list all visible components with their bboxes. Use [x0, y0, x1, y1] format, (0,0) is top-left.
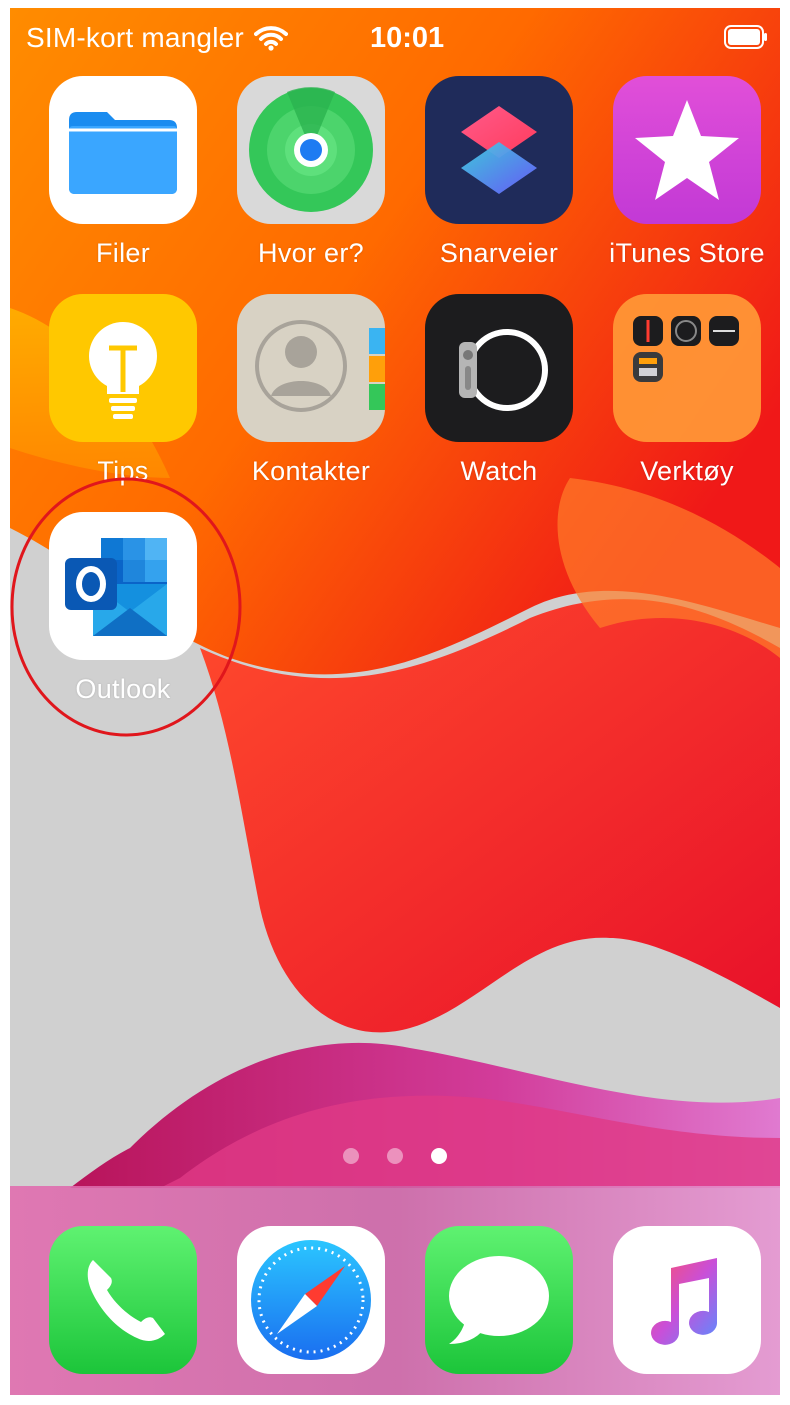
- page-indicator[interactable]: [10, 1148, 780, 1169]
- app-itunes-store[interactable]: iTunes Store: [596, 76, 778, 269]
- find-my-radar-icon: [237, 76, 385, 224]
- phone-icon: [49, 1226, 197, 1374]
- app-label: Watch: [460, 456, 538, 486]
- folder-utilities-icon: [613, 294, 761, 442]
- page-dot-active[interactable]: [431, 1148, 448, 1164]
- clock: 10:01: [370, 21, 445, 54]
- wifi-icon: [253, 25, 288, 51]
- app-hvor-er[interactable]: Hvor er?: [220, 76, 402, 269]
- shortcuts-icon: [425, 76, 573, 224]
- app-filer[interactable]: Filer: [32, 76, 214, 269]
- app-label: Verktøy: [640, 456, 734, 486]
- app-kontakter[interactable]: Kontakter: [220, 294, 402, 487]
- app-label: Snarveier: [439, 238, 559, 268]
- page-dot[interactable]: [387, 1148, 403, 1164]
- status-bar: SIM-kort mangler 10:01: [26, 18, 768, 58]
- star-icon: [613, 76, 761, 224]
- app-label: Filer: [96, 238, 150, 268]
- battery-icon: [724, 24, 768, 49]
- music-note-icon: [613, 1226, 761, 1374]
- page-dot[interactable]: [342, 1148, 359, 1164]
- app-label: Hvor er?: [258, 238, 364, 268]
- dock-music[interactable]: [613, 1226, 761, 1374]
- dock-safari[interactable]: [237, 1226, 385, 1374]
- home-screen: SIM-kort mangler 10:01 Filer Hvor er? Sn…: [10, 8, 780, 1395]
- folder-verktoy[interactable]: Verktøy: [596, 294, 778, 487]
- dock: [10, 1186, 780, 1395]
- files-folder-icon: [49, 76, 197, 224]
- app-snarveier[interactable]: Snarveier: [408, 76, 590, 269]
- lightbulb-icon: [49, 294, 197, 442]
- app-tips[interactable]: Tips: [32, 294, 214, 487]
- dock-messages[interactable]: [425, 1226, 573, 1374]
- messages-bubble-icon: [425, 1226, 573, 1374]
- app-label: iTunes Store: [609, 238, 765, 268]
- carrier-text: SIM-kort mangler: [26, 22, 244, 53]
- dock-phone[interactable]: [49, 1226, 197, 1374]
- safari-compass-icon: [237, 1226, 385, 1374]
- contacts-person-icon: [237, 294, 385, 442]
- annotation-red-circle: [10, 477, 242, 737]
- app-watch[interactable]: Watch: [408, 294, 590, 487]
- apple-watch-icon: [425, 294, 573, 442]
